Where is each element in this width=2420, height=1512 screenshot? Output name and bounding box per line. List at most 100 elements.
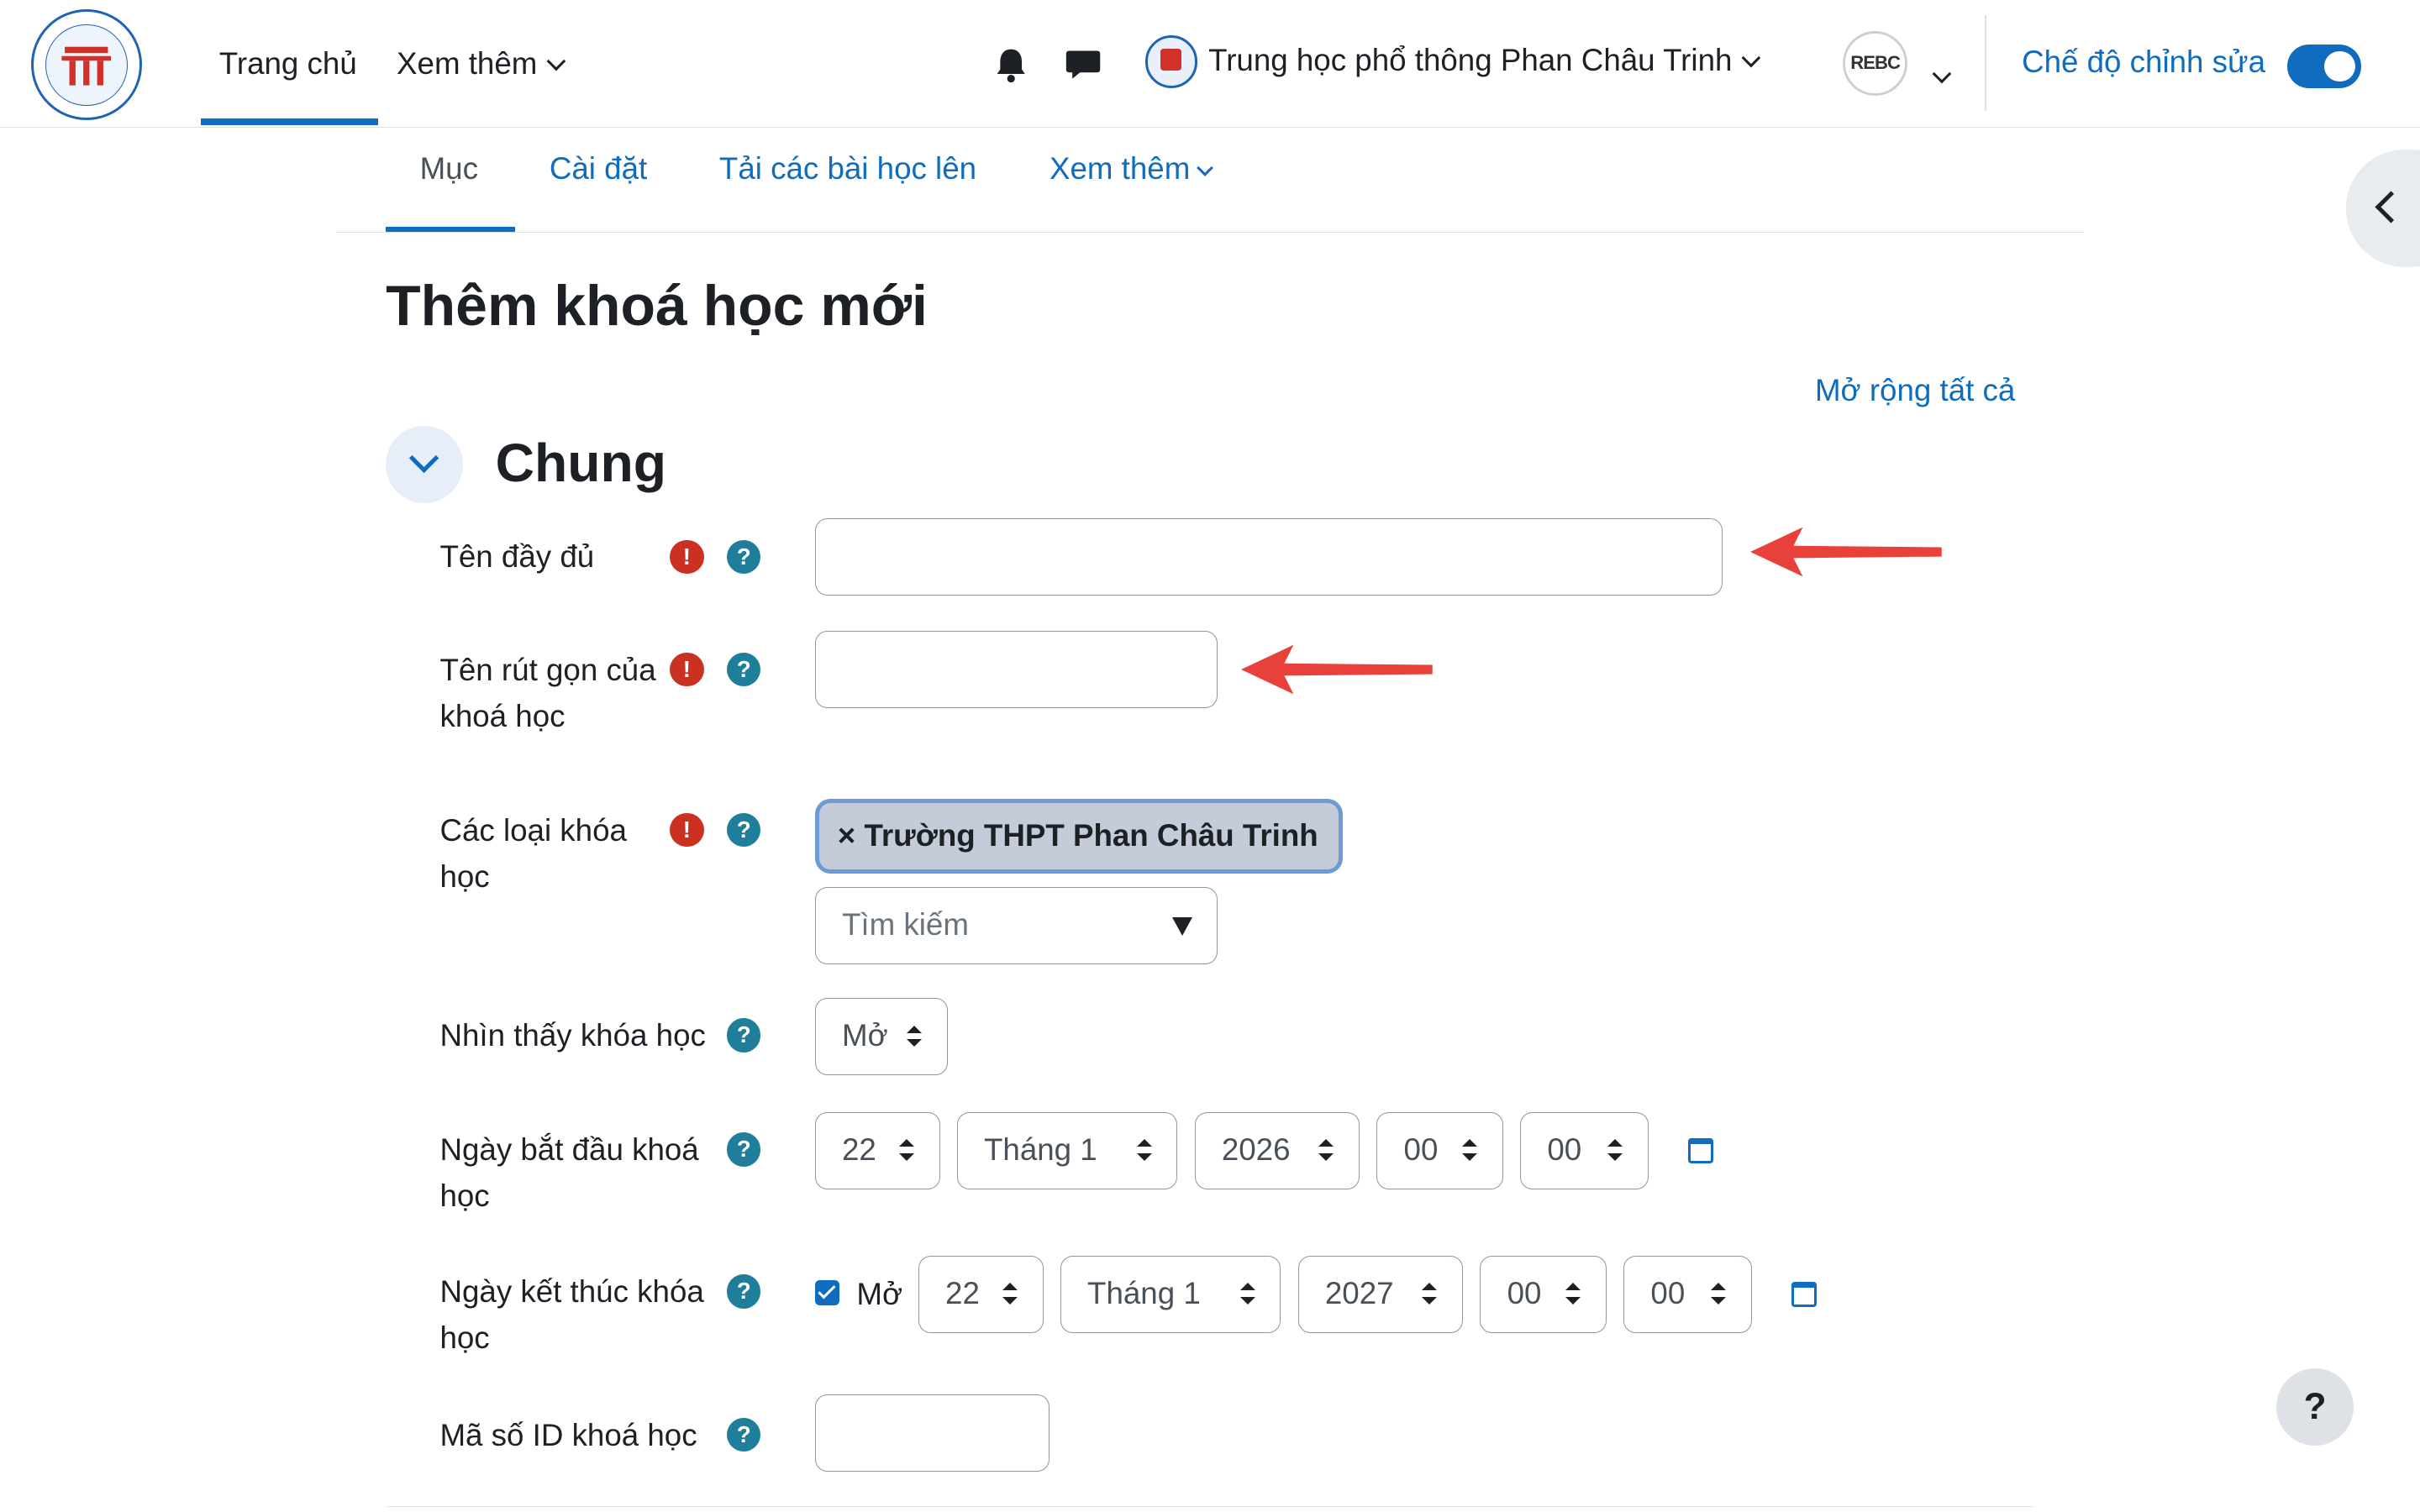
enddate-enable-checkbox[interactable] xyxy=(814,1280,840,1305)
section-title: Chung xyxy=(495,433,667,494)
select-arrows-icon xyxy=(1239,1283,1255,1305)
startdate-label-line2: học xyxy=(439,1178,490,1213)
tab-more[interactable]: Xem thêm xyxy=(1049,150,1214,186)
chevron-down-icon xyxy=(1741,48,1761,68)
school-name: Trung học phổ thông Phan Châu Trinh xyxy=(1208,43,1733,78)
end-minute-value: 00 xyxy=(1650,1276,1686,1311)
tab-section[interactable]: Mục xyxy=(420,151,478,186)
nav-home[interactable]: Trang chủ xyxy=(219,46,357,81)
tab-upload-lessons[interactable]: Tải các bài học lên xyxy=(719,151,976,186)
annotation-arrow-icon xyxy=(1749,528,1942,577)
end-hour-select[interactable]: 00 xyxy=(1480,1256,1607,1333)
start-minute-value: 00 xyxy=(1547,1132,1582,1168)
start-month-select[interactable]: Tháng 1 xyxy=(956,1112,1178,1190)
category-chip[interactable]: × Trường THPT Phan Châu Trinh xyxy=(814,799,1343,874)
end-month-select[interactable]: Tháng 1 xyxy=(1060,1256,1281,1333)
shortname-label-line1: Tên rút gọn của xyxy=(439,652,656,687)
start-day-select[interactable]: 22 xyxy=(814,1112,940,1190)
end-month-value: Tháng 1 xyxy=(1087,1276,1201,1311)
section-divider xyxy=(386,1505,2034,1508)
select-arrows-icon xyxy=(1318,1139,1334,1161)
visibility-select[interactable]: Mở xyxy=(814,998,948,1076)
help-icon[interactable]: ? xyxy=(727,1018,761,1053)
startdate-label-line1: Ngày bắt đầu khoá xyxy=(439,1131,699,1167)
select-arrows-icon xyxy=(1462,1139,1478,1161)
end-day-value: 22 xyxy=(945,1276,980,1311)
category-label-line1: Các loại khóa xyxy=(439,812,627,848)
help-icon[interactable]: ? xyxy=(727,1274,761,1309)
calendar-icon[interactable] xyxy=(1688,1138,1713,1163)
select-arrows-icon xyxy=(1136,1139,1152,1161)
school-logo-icon xyxy=(1144,35,1198,88)
subnav-divider xyxy=(336,231,2084,234)
category-search-select[interactable]: Tìm kiếm xyxy=(814,887,1218,964)
select-arrows-icon xyxy=(1565,1283,1581,1305)
toggle-knob xyxy=(2324,50,2355,82)
nav-more-label: Xem thêm xyxy=(397,46,538,81)
select-arrows-icon xyxy=(906,1025,922,1047)
nav-home-active-indicator xyxy=(200,118,378,125)
start-year-value: 2026 xyxy=(1221,1132,1291,1168)
start-year-select[interactable]: 2026 xyxy=(1194,1112,1360,1190)
start-month-value: Tháng 1 xyxy=(983,1132,1097,1168)
chevron-down-icon xyxy=(546,51,566,71)
fullname-label: Tên đầy đủ xyxy=(439,539,595,575)
select-arrows-icon xyxy=(1422,1283,1438,1305)
tab-more-label: Xem thêm xyxy=(1049,150,1191,186)
calendar-icon[interactable] xyxy=(1791,1282,1817,1307)
site-logo[interactable] xyxy=(30,9,142,121)
select-arrows-icon xyxy=(1002,1283,1018,1305)
enddate-label-line1: Ngày kết thúc khóa xyxy=(439,1273,704,1309)
user-avatar[interactable]: REBC xyxy=(1843,30,1908,96)
help-icon[interactable]: ? xyxy=(727,812,761,848)
dropdown-triangle-icon xyxy=(1171,916,1192,936)
shortname-input[interactable] xyxy=(814,631,1218,709)
help-icon[interactable]: ? xyxy=(727,652,761,687)
annotation-arrow-icon xyxy=(1240,644,1433,695)
visibility-label: Nhìn thấy khóa học xyxy=(439,1017,706,1053)
required-icon[interactable]: ! xyxy=(670,539,704,575)
page-title: Thêm khoá học mới xyxy=(386,274,928,339)
help-icon[interactable]: ? xyxy=(727,1132,761,1167)
collapse-section-button[interactable] xyxy=(386,425,463,503)
chevron-left-icon xyxy=(2375,191,2407,223)
idnumber-label: Mã số ID khoá học xyxy=(439,1417,697,1452)
category-label-line2: học xyxy=(439,858,490,894)
enddate-enable-label: Mở xyxy=(856,1277,903,1312)
tab-settings[interactable]: Cài đặt xyxy=(550,151,647,186)
required-icon[interactable]: ! xyxy=(670,652,704,687)
end-hour-value: 00 xyxy=(1507,1276,1542,1311)
end-year-value: 2027 xyxy=(1324,1276,1394,1311)
bell-icon[interactable] xyxy=(994,46,1028,83)
start-day-value: 22 xyxy=(841,1132,876,1168)
nav-more[interactable]: Xem thêm xyxy=(397,46,566,81)
open-drawer-button[interactable] xyxy=(2345,150,2420,267)
chevron-down-icon xyxy=(1197,160,1214,177)
school-switcher[interactable]: Trung học phổ thông Phan Châu Trinh xyxy=(1208,43,1761,78)
idnumber-input[interactable] xyxy=(814,1394,1050,1473)
start-hour-value: 00 xyxy=(1403,1132,1439,1168)
help-icon[interactable]: ? xyxy=(727,1417,761,1452)
help-fab-button[interactable]: ? xyxy=(2276,1368,2354,1446)
end-day-select[interactable]: 22 xyxy=(918,1256,1044,1333)
chevron-down-icon xyxy=(408,443,439,474)
edit-mode-label: Chế độ chỉnh sửa xyxy=(2022,45,2266,80)
end-minute-select[interactable]: 00 xyxy=(1623,1256,1752,1333)
expand-all-link[interactable]: Mở rộng tất cả xyxy=(1815,373,2015,408)
start-minute-select[interactable]: 00 xyxy=(1520,1112,1649,1190)
category-search-placeholder: Tìm kiếm xyxy=(841,907,969,942)
help-icon[interactable]: ? xyxy=(727,539,761,575)
select-arrows-icon xyxy=(898,1139,914,1161)
enddate-label-line2: học xyxy=(439,1320,490,1355)
start-hour-select[interactable]: 00 xyxy=(1376,1112,1503,1190)
end-year-select[interactable]: 2027 xyxy=(1297,1256,1464,1333)
required-icon[interactable]: ! xyxy=(670,812,704,848)
select-arrows-icon xyxy=(1710,1283,1726,1305)
fullname-input[interactable] xyxy=(814,518,1723,596)
shortname-label-line2: khoá học xyxy=(439,698,566,733)
navbar-divider xyxy=(1984,15,1986,112)
visibility-value: Mở xyxy=(841,1018,888,1053)
messages-icon[interactable] xyxy=(1065,46,1102,83)
select-arrows-icon xyxy=(1607,1139,1623,1161)
edit-mode-toggle[interactable] xyxy=(2286,45,2362,88)
